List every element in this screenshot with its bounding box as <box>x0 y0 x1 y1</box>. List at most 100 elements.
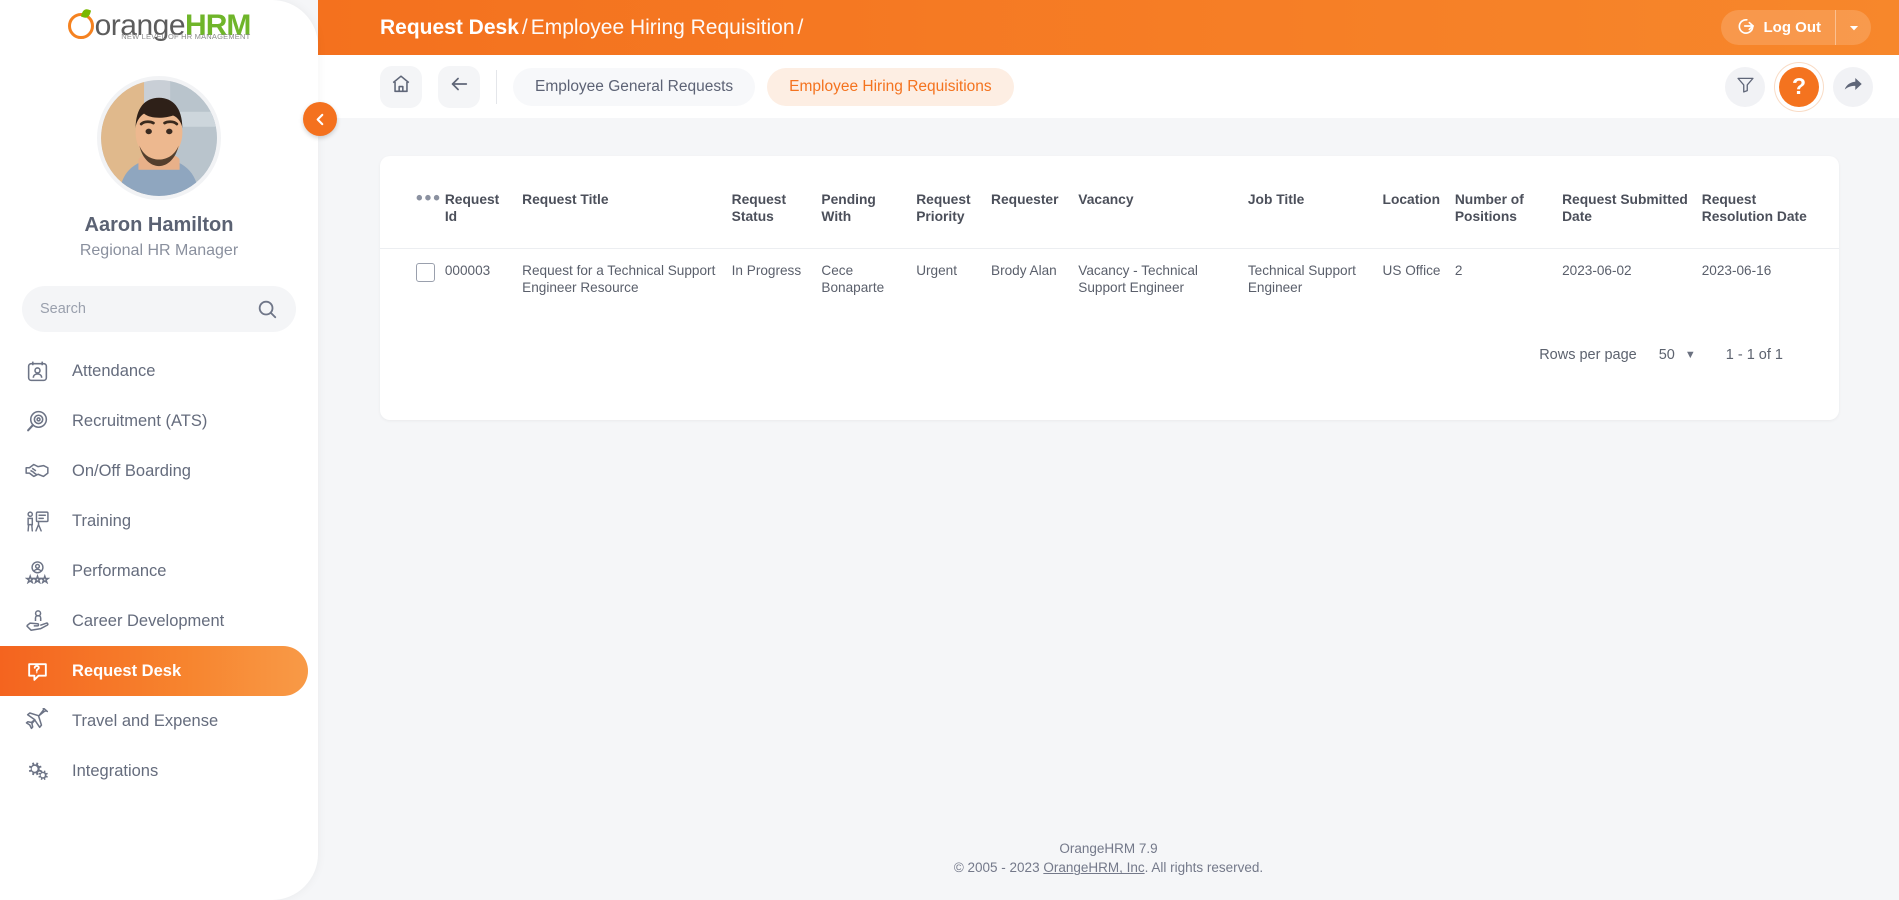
breadcrumb-root[interactable]: Request Desk <box>380 16 519 39</box>
breadcrumb: Request Desk/Employee Hiring Requisition… <box>380 16 806 40</box>
avatar[interactable] <box>97 76 221 200</box>
share-button[interactable] <box>1833 67 1873 107</box>
footer-company-link[interactable]: OrangeHRM, Inc <box>1043 860 1144 875</box>
breadcrumb-separator-2: / <box>798 16 804 39</box>
sidebar-item-career-development[interactable]: Career Development <box>0 596 318 646</box>
orange-fruit-icon <box>68 13 94 39</box>
sidebar-collapse-toggle[interactable] <box>303 102 337 136</box>
share-icon <box>1842 73 1864 100</box>
tab-employee-general-requests[interactable]: Employee General Requests <box>513 68 755 106</box>
home-button[interactable] <box>380 66 422 108</box>
cell-request-status: In Progress <box>732 248 822 310</box>
toolbar-actions: ? <box>1725 67 1873 107</box>
help-button[interactable]: ? <box>1779 67 1819 107</box>
column-header-number-of-positions[interactable]: Number of Positions <box>1455 186 1562 248</box>
recruitment-icon <box>22 406 52 436</box>
career-icon <box>22 606 52 636</box>
column-header-pending-with[interactable]: Pending With <box>821 186 916 248</box>
sidebar-item-attendance[interactable]: Attendance <box>0 346 318 396</box>
table-row[interactable]: 000003 Request for a Technical Support E… <box>380 248 1839 310</box>
footer-copyright-prefix: © 2005 - 2023 <box>954 860 1044 875</box>
footer-copyright: © 2005 - 2023 OrangeHRM, Inc. All rights… <box>318 858 1899 878</box>
gears-icon <box>22 756 52 786</box>
tab-label: Employee Hiring Requisitions <box>789 78 991 96</box>
column-header-request-resolution-date[interactable]: Request Resolution Date <box>1702 186 1839 248</box>
footer: OrangeHRM 7.9 © 2005 - 2023 OrangeHRM, I… <box>318 839 1899 878</box>
cell-request-id: 000003 <box>445 248 522 310</box>
help-label: ? <box>1792 73 1806 100</box>
sidebar-item-label: Request Desk <box>72 662 181 681</box>
sidebar-item-label: Performance <box>72 562 166 581</box>
app-root: orangeHRM NEW LEVEL OF HR MANAGEMENT <box>0 0 1899 900</box>
tab-employee-hiring-requisitions[interactable]: Employee Hiring Requisitions <box>767 68 1013 106</box>
pagination: Rows per page 50 ▼ 1 - 1 of 1 <box>380 311 1839 393</box>
sidebar-item-integrations[interactable]: Integrations <box>0 746 318 796</box>
plane-icon <box>22 706 52 736</box>
filter-icon <box>1735 74 1756 100</box>
top-bar: Request Desk/Employee Hiring Requisition… <box>318 0 1899 55</box>
home-icon <box>390 73 412 100</box>
column-header-request-submitted-date[interactable]: Request Submitted Date <box>1562 186 1702 248</box>
sidebar-item-performance[interactable]: Performance <box>0 546 318 596</box>
column-header-request-title[interactable]: Request Title <box>522 186 731 248</box>
cell-vacancy: Vacancy - Technical Support Engineer <box>1078 248 1248 310</box>
cell-requester: Brody Alan <box>991 248 1078 310</box>
user-name: Aaron Hamilton <box>0 214 318 237</box>
column-header-request-status[interactable]: Request Status <box>732 186 822 248</box>
logout-label: Log Out <box>1764 19 1821 36</box>
requisitions-table: ••• Request Id Request Title Request Sta… <box>380 186 1839 311</box>
sidebar-item-label: Recruitment (ATS) <box>72 412 207 431</box>
back-button[interactable] <box>438 66 480 108</box>
cell-pending-with: Cece Bonaparte <box>821 248 916 310</box>
tab-label: Employee General Requests <box>535 78 733 96</box>
search-input[interactable] <box>40 301 256 317</box>
search-box[interactable] <box>22 286 296 332</box>
sidebar-item-label: Travel and Expense <box>72 712 218 731</box>
filter-button[interactable] <box>1725 67 1765 107</box>
breadcrumb-separator: / <box>522 16 528 39</box>
logout-button[interactable]: Log Out <box>1721 10 1835 45</box>
sidebar-item-recruitment[interactable]: Recruitment (ATS) <box>0 396 318 446</box>
search-icon[interactable] <box>256 298 278 320</box>
chevron-down-icon[interactable]: ▼ <box>1685 349 1696 361</box>
sidebar-item-label: Career Development <box>72 612 224 631</box>
footer-copyright-suffix: . All rights reserved. <box>1145 860 1264 875</box>
cell-number-of-positions: 2 <box>1455 248 1562 310</box>
sidebar-item-label: On/Off Boarding <box>72 462 191 481</box>
column-menu-header[interactable]: ••• <box>380 186 445 248</box>
cell-location: US Office <box>1383 248 1455 310</box>
table-body: 000003 Request for a Technical Support E… <box>380 248 1839 310</box>
sidebar-item-label: Attendance <box>72 362 155 381</box>
sidebar-item-training[interactable]: Training <box>0 496 318 546</box>
logout-dropdown-toggle[interactable] <box>1835 10 1871 45</box>
brand-logo[interactable]: orangeHRM NEW LEVEL OF HR MANAGEMENT <box>0 0 318 62</box>
column-header-location[interactable]: Location <box>1383 186 1455 248</box>
column-header-request-priority[interactable]: Request Priority <box>916 186 991 248</box>
sidebar-item-label: Training <box>72 512 131 531</box>
column-header-request-id[interactable]: Request Id <box>445 186 522 248</box>
cell-request-submitted-date: 2023-06-02 <box>1562 248 1702 310</box>
cell-job-title: Technical Support Engineer <box>1248 248 1383 310</box>
requisitions-card: ••• Request Id Request Title Request Sta… <box>380 156 1839 420</box>
column-header-job-title[interactable]: Job Title <box>1248 186 1383 248</box>
column-header-vacancy[interactable]: Vacancy <box>1078 186 1248 248</box>
handshake-icon <box>22 456 52 486</box>
logout-icon <box>1736 16 1756 40</box>
row-checkbox[interactable] <box>416 263 435 282</box>
rows-per-page-value[interactable]: 50 <box>1659 347 1675 363</box>
table-options-icon[interactable]: ••• <box>416 188 442 209</box>
breadcrumb-current: Employee Hiring Requisition <box>531 16 795 39</box>
rows-per-page-label: Rows per page <box>1539 347 1637 363</box>
row-select-cell <box>380 248 445 310</box>
attendance-icon <box>22 356 52 386</box>
table-head: ••• Request Id Request Title Request Sta… <box>380 186 1839 248</box>
sidebar-item-travel-and-expense[interactable]: Travel and Expense <box>0 696 318 746</box>
toolbar: Employee General Requests Employee Hirin… <box>318 55 1899 118</box>
column-header-requester[interactable]: Requester <box>991 186 1078 248</box>
sidebar-item-request-desk[interactable]: Request Desk <box>0 646 308 696</box>
toolbar-divider <box>496 70 497 104</box>
performance-icon <box>22 556 52 586</box>
cell-request-priority: Urgent <box>916 248 991 310</box>
training-icon <box>22 506 52 536</box>
sidebar-item-onoff-boarding[interactable]: On/Off Boarding <box>0 446 318 496</box>
